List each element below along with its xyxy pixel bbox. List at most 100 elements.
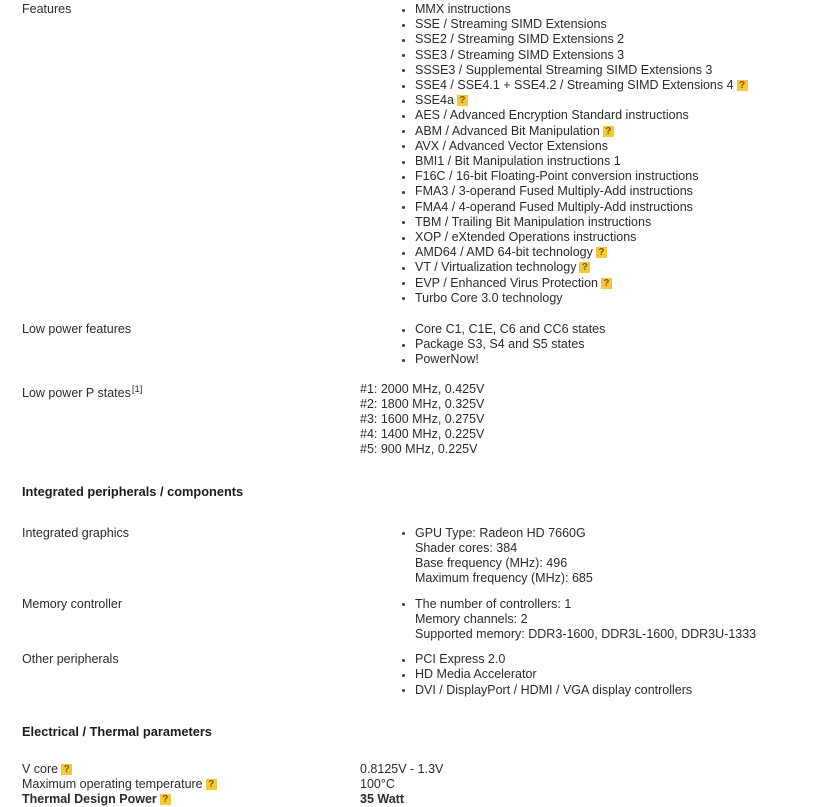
list-item-text: ABM / Advanced Bit Manipulation — [415, 123, 600, 138]
spec-label: Integrated graphics — [22, 525, 130, 540]
footnote-reference[interactable]: [1] — [132, 384, 143, 395]
spec-value: The number of controllers: 1 Memory chann… — [345, 597, 822, 643]
help-question-icon[interactable]: ? — [205, 778, 217, 790]
spec-value: Core C1, C1E, C6 and CC6 states Package S… — [345, 322, 822, 368]
list-item: SSE3 / Streaming SIMD Extensions 3 — [345, 48, 822, 63]
spec-label: Other peripherals — [22, 652, 119, 667]
list-item-text: TBM / Trailing Bit Manipulation instruct… — [415, 214, 652, 229]
section-heading-electrical: Electrical / Thermal parameters — [22, 723, 212, 739]
list-item: PCI Express 2.0 — [345, 652, 822, 667]
list-item: AVX / Advanced Vector Extensions — [345, 139, 822, 154]
list-item-text: FMA3 / 3-operand Fused Multiply-Add inst… — [415, 184, 693, 199]
spec-row-electrical: Maximum operating temperature? 100°C — [0, 777, 822, 792]
list-item: AMD64 / AMD 64-bit technology? — [345, 245, 822, 260]
list-item: F16C / 16-bit Floating-Point conversion … — [345, 169, 822, 184]
spec-label: Thermal Design Power? — [0, 792, 345, 807]
spec-value: PCI Express 2.0 HD Media Accelerator DVI /… — [345, 652, 822, 698]
list-item-text: AES / Advanced Encryption Standard instr… — [415, 108, 689, 123]
spec-label: V core? — [0, 762, 345, 777]
list-item: GPU Type: Radeon HD 7660G Shader cores: 3… — [345, 526, 822, 587]
list-item-text: FMA4 / 4-operand Fused Multiply-Add inst… — [415, 199, 693, 214]
help-question-icon[interactable]: ? — [602, 125, 614, 137]
help-question-icon[interactable]: ? — [456, 95, 468, 107]
other-peripherals-list: PCI Express 2.0 HD Media Accelerator DVI /… — [345, 652, 822, 698]
list-item-text: Turbo Core 3.0 technology — [415, 290, 563, 305]
spec-label-text: Maximum operating temperature — [22, 776, 203, 791]
list-item: HD Media Accelerator — [345, 667, 822, 682]
p-state-value: #5: 900 MHz, 0.225V — [360, 442, 478, 457]
list-item: MMX instructions — [345, 2, 822, 17]
p-state-value: #2: 1800 MHz, 0.325V — [360, 396, 485, 411]
spec-row-features: Features MMX instructions SSE / Streaming… — [0, 2, 822, 306]
list-item-text: PowerNow! — [415, 352, 479, 367]
help-question-icon[interactable]: ? — [736, 80, 748, 92]
spec-value: MMX instructions SSE / Streaming SIMD Ext… — [345, 2, 822, 306]
help-question-icon[interactable]: ? — [600, 277, 612, 289]
list-item: EVP / Enhanced Virus Protection? — [345, 276, 822, 291]
help-question-icon[interactable]: ? — [595, 247, 607, 259]
list-item-text: AMD64 / AMD 64-bit technology — [415, 245, 593, 260]
section-heading-peripherals: Integrated peripherals / components — [22, 483, 244, 499]
list-item: SSE4 / SSE4.1 + SSE4.2 / Streaming SIMD … — [345, 78, 822, 93]
list-item-text: F16C / 16-bit Floating-Point conversion … — [415, 169, 699, 184]
spec-row-low-power-features: Low power features Core C1, C1E, C6 and … — [0, 322, 822, 368]
list-item-text: GPU Type: Radeon HD 7660G — [415, 525, 586, 540]
list-item-text: SSE / Streaming SIMD Extensions — [415, 17, 607, 32]
p-state-value: #4: 1400 MHz, 0.225V — [360, 427, 485, 442]
list-item-subline: Maximum frequency (MHz): 685 — [415, 571, 593, 586]
spec-row-integrated-graphics: Integrated graphics GPU Type: Radeon HD … — [0, 526, 822, 587]
spec-label: Features — [22, 2, 72, 16]
electrical-rows: V core? 0.8125V - 1.3V Maximum operating t… — [0, 762, 822, 807]
cpu-specification-sheet: Features MMX instructions SSE / Streaming… — [0, 0, 822, 807]
list-item: BMI1 / Bit Manipulation instructions 1 — [345, 154, 822, 169]
help-question-icon[interactable]: ? — [579, 262, 591, 274]
help-question-icon[interactable]: ? — [159, 794, 171, 806]
list-item-text: Core C1, C1E, C6 and CC6 states — [415, 322, 606, 337]
spec-label: Low power P states[1] — [0, 382, 345, 401]
features-list: MMX instructions SSE / Streaming SIMD Ext… — [345, 2, 822, 306]
low-power-features-list: Core C1, C1E, C6 and CC6 states Package S… — [345, 322, 822, 368]
list-item: AES / Advanced Encryption Standard instr… — [345, 108, 822, 123]
list-item-text: XOP / eXtended Operations instructions — [415, 230, 637, 245]
list-item: FMA4 / 4-operand Fused Multiply-Add inst… — [345, 200, 822, 215]
integrated-graphics-list: GPU Type: Radeon HD 7660G Shader cores: 3… — [345, 526, 822, 587]
list-item-text: VT / Virtualization technology — [415, 260, 577, 275]
list-item-text: SSSE3 / Supplemental Streaming SIMD Exte… — [415, 62, 713, 77]
spec-row-electrical: V core? 0.8125V - 1.3V — [0, 762, 822, 777]
spec-label-text: V core — [22, 761, 59, 776]
help-question-icon[interactable]: ? — [61, 763, 73, 775]
list-item-text: AVX / Advanced Vector Extensions — [415, 138, 608, 153]
list-item-text: SSE4a — [415, 93, 454, 108]
spec-label: Maximum operating temperature? — [0, 777, 345, 792]
list-item: FMA3 / 3-operand Fused Multiply-Add inst… — [345, 184, 822, 199]
list-item-text: Package S3, S4 and S5 states — [415, 337, 585, 352]
list-item: Core C1, C1E, C6 and CC6 states — [345, 322, 822, 337]
list-item: Package S3, S4 and S5 states — [345, 337, 822, 352]
spec-label-text: Thermal Design Power — [22, 792, 157, 807]
spec-value: GPU Type: Radeon HD 7660G Shader cores: 3… — [345, 526, 822, 587]
list-item-text: SSE2 / Streaming SIMD Extensions 2 — [415, 32, 625, 47]
list-item-text: PCI Express 2.0 — [415, 652, 506, 667]
list-item: PowerNow! — [345, 352, 822, 367]
list-item: SSE4a? — [345, 93, 822, 108]
list-item-text: MMX instructions — [415, 2, 511, 16]
list-item-text: HD Media Accelerator — [415, 667, 537, 682]
list-item-subline: Memory channels: 2 — [415, 611, 528, 626]
list-item-subline: Shader cores: 384 — [415, 540, 518, 555]
list-item: VT / Virtualization technology? — [345, 260, 822, 275]
list-item: TBM / Trailing Bit Manipulation instruct… — [345, 215, 822, 230]
list-item: The number of controllers: 1 Memory chann… — [345, 597, 822, 643]
list-item-text: BMI1 / Bit Manipulation instructions 1 — [415, 154, 621, 169]
list-item: Turbo Core 3.0 technology — [345, 291, 822, 306]
p-state-value: #3: 1600 MHz, 0.275V — [360, 412, 485, 427]
list-item-subline: Base frequency (MHz): 496 — [415, 556, 568, 571]
list-item: SSE2 / Streaming SIMD Extensions 2 — [345, 32, 822, 47]
list-item: SSE / Streaming SIMD Extensions — [345, 17, 822, 32]
spec-row-memory-controller: Memory controller The number of controll… — [0, 597, 822, 643]
